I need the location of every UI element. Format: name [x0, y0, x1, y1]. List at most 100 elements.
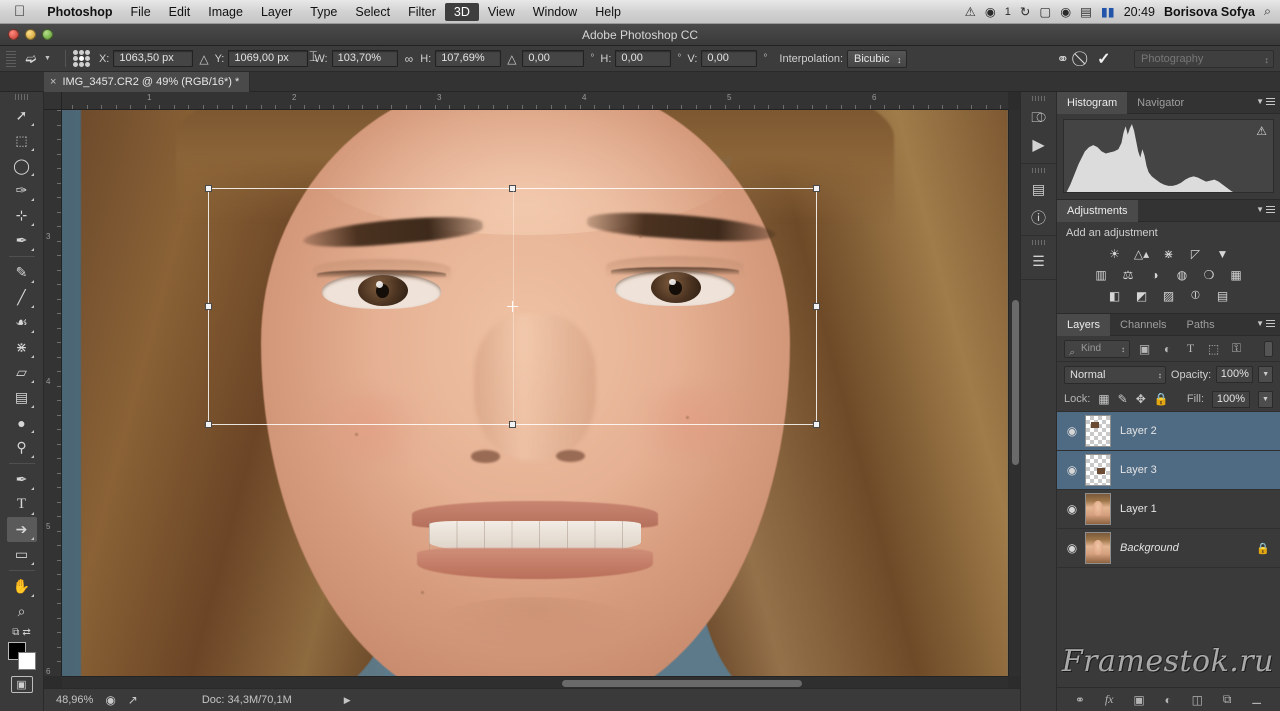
hue-saturation-icon[interactable]: ▥ — [1092, 266, 1110, 283]
pen-tool[interactable]: ✒ — [7, 467, 37, 492]
angle-input[interactable]: 0,00 — [522, 50, 585, 67]
eraser-tool[interactable]: ▱ — [7, 360, 37, 385]
opacity-stepper[interactable]: ▼ — [1258, 366, 1273, 383]
color-lookup-icon[interactable]: ▦ — [1227, 266, 1245, 283]
lock-image-pixels-icon[interactable]: ✎ — [1118, 392, 1128, 406]
selective-color-icon[interactable]: ⦶ — [1187, 287, 1205, 304]
layer-row-background[interactable]: ◉ Background 🔒 — [1057, 529, 1280, 568]
tab-layers[interactable]: Layers — [1057, 313, 1111, 336]
menu-file[interactable]: File — [122, 3, 160, 21]
apple-logo-icon[interactable]:  — [0, 4, 38, 19]
interpolation-select[interactable]: Bicubic — [847, 49, 907, 68]
layer-thumbnail[interactable] — [1085, 415, 1111, 447]
rectangular-marquee-tool[interactable]: ⬚ — [7, 128, 37, 153]
menu-help[interactable]: Help — [586, 3, 630, 21]
wifi-icon[interactable]: ◉ — [1060, 4, 1071, 19]
brush-tool[interactable]: ╱ — [7, 285, 37, 310]
levels-icon[interactable]: △▴ — [1133, 245, 1151, 262]
color-balance-icon[interactable]: ⚖ — [1119, 266, 1137, 283]
filter-type-icon[interactable]: T — [1182, 341, 1199, 356]
skew-v-input[interactable]: 0,00 — [701, 50, 758, 67]
layer-name[interactable]: Background — [1120, 542, 1256, 554]
spot-healing-brush-tool[interactable]: ✎ — [7, 260, 37, 285]
lock-transparent-pixels-icon[interactable]: ▦ — [1098, 392, 1109, 406]
dock-grip[interactable] — [1031, 96, 1046, 101]
dropbox-icon[interactable]: ◉ — [985, 4, 996, 19]
delete-layer-icon[interactable]: ⚊ — [1251, 693, 1262, 707]
type-tool[interactable]: T — [7, 492, 37, 517]
invert-icon[interactable]: ◧ — [1106, 287, 1124, 304]
close-icon[interactable]: × — [50, 72, 56, 92]
channel-mixer-icon[interactable]: ❍ — [1200, 266, 1218, 283]
flag-icon[interactable]: ▮▮ — [1101, 4, 1115, 19]
add-layer-mask-icon[interactable]: ▣ — [1133, 693, 1144, 707]
workspace-select[interactable]: Photography — [1134, 49, 1274, 68]
properties-panel-icon[interactable]: ▤ — [1025, 175, 1053, 203]
layer-style-fx-icon[interactable]: fx — [1105, 692, 1114, 707]
clock-time[interactable]: 20:49 — [1124, 5, 1155, 19]
time-machine-icon[interactable]: ↻ — [1020, 4, 1030, 19]
filter-pixel-icon[interactable]: ▣ — [1136, 342, 1153, 356]
layer-row-layer-3[interactable]: ◉ Layer 3 — [1057, 451, 1280, 490]
layer-name[interactable]: Layer 3 — [1120, 464, 1274, 476]
history-panel-icon[interactable]: ⎄ — [1025, 103, 1053, 131]
link-aspect-ratio-icon[interactable]: ∞ — [405, 52, 414, 66]
tab-histogram[interactable]: Histogram — [1057, 91, 1128, 114]
new-fill-adjustment-icon[interactable]: ◐ — [1165, 693, 1172, 707]
posterize-icon[interactable]: ◩ — [1133, 287, 1151, 304]
background-color-swatch[interactable] — [17, 652, 36, 670]
menu-type[interactable]: Type — [301, 3, 346, 21]
horizontal-ruler[interactable]: 1 2 3 4 5 6 — [62, 92, 1008, 110]
dock-grip[interactable] — [1031, 168, 1046, 173]
rectangle-shape-tool[interactable]: ▭ — [7, 542, 37, 567]
reference-point-locator[interactable] — [72, 50, 90, 67]
battery-icon[interactable]: ▤ — [1080, 4, 1092, 19]
spotlight-search-icon[interactable]: ⌕ — [1264, 4, 1271, 19]
lock-all-icon[interactable]: 🔒 — [1154, 392, 1169, 406]
fill-stepper[interactable]: ▼ — [1258, 390, 1273, 408]
layer-visibility-toggle[interactable]: ◉ — [1059, 424, 1085, 438]
lasso-tool[interactable]: ◯ — [7, 153, 37, 178]
image-canvas[interactable] — [62, 110, 1008, 676]
lock-position-icon[interactable]: ✥ — [1136, 392, 1146, 406]
options-bar-grip[interactable] — [6, 50, 16, 67]
zoom-tool[interactable]: ⌕ — [7, 599, 37, 624]
hand-tool[interactable]: ✋ — [7, 574, 37, 599]
dock-grip[interactable] — [1031, 240, 1046, 245]
menu-layer[interactable]: Layer — [252, 3, 301, 21]
commit-transform-icon[interactable]: ✓ — [1097, 49, 1110, 69]
filter-shape-icon[interactable]: ⬚ — [1205, 342, 1222, 356]
link-layers-icon[interactable]: ⚭ — [1075, 693, 1085, 707]
move-tool[interactable]: ➚ — [7, 103, 37, 128]
menu-image[interactable]: Image — [199, 3, 252, 21]
info-panel-icon[interactable]: ⓘ — [1025, 203, 1053, 231]
document-tab[interactable]: × IMG_3457.CR2 @ 49% (RGB/16*) * — [44, 71, 251, 92]
preview-flyout-icon[interactable]: ◉ — [105, 693, 115, 707]
menu-3d[interactable]: 3D — [444, 2, 479, 21]
tab-navigator[interactable]: Navigator — [1127, 92, 1194, 114]
scrollbar-thumb[interactable] — [1012, 300, 1019, 465]
clone-stamp-tool[interactable]: ☙ — [7, 310, 37, 335]
tab-channels[interactable]: Channels — [1110, 314, 1176, 336]
layer-visibility-toggle[interactable]: ◉ — [1059, 541, 1085, 555]
filter-adjustment-icon[interactable]: ◐ — [1159, 342, 1176, 356]
layer-row-layer-1[interactable]: ◉ Layer 1 — [1057, 490, 1280, 529]
gradient-map-icon[interactable]: ▤ — [1214, 287, 1232, 304]
toolbar-grip[interactable] — [14, 94, 29, 100]
layer-comps-icon[interactable]: ☰ — [1025, 247, 1053, 275]
layer-name[interactable]: Layer 2 — [1120, 425, 1274, 437]
path-selection-tool[interactable]: ➔ — [6, 517, 37, 542]
history-brush-tool[interactable]: ⋇ — [7, 335, 37, 360]
layer-row-layer-2[interactable]: ◉ Layer 2 — [1057, 412, 1280, 451]
menu-filter[interactable]: Filter — [399, 3, 445, 21]
brightness-contrast-icon[interactable]: ☀ — [1106, 245, 1124, 262]
menu-photoshop[interactable]: Photoshop — [38, 3, 121, 21]
active-tool-icon[interactable]: ➫ — [20, 50, 42, 68]
filter-enable-toggle[interactable] — [1264, 340, 1273, 357]
layer-thumbnail[interactable] — [1085, 493, 1111, 525]
ruler-corner[interactable] — [44, 92, 62, 110]
tab-paths[interactable]: Paths — [1177, 314, 1225, 336]
canvas-horizontal-scrollbar[interactable] — [62, 676, 1008, 688]
x-input[interactable]: 1063,50 px — [113, 50, 194, 67]
vibrance-icon[interactable]: ▼ — [1214, 245, 1232, 262]
